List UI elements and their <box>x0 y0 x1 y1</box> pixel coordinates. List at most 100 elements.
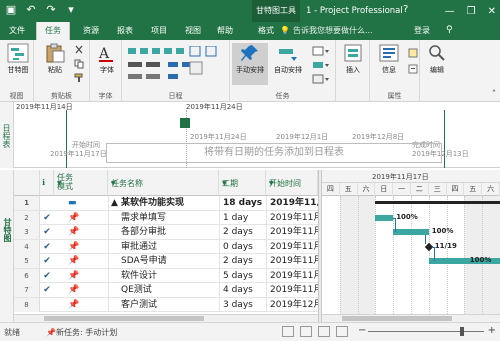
duration-cell[interactable]: 4 days <box>219 283 265 297</box>
manual-schedule-button[interactable]: 手动安排 <box>232 43 268 85</box>
gantt-chart-button[interactable]: 甘特图 <box>1 43 35 85</box>
tab-resource[interactable]: 资源 <box>78 22 104 40</box>
sheet-horizontal-scrollbar[interactable] <box>14 314 318 322</box>
redo-icon[interactable]: ↷ <box>44 3 58 17</box>
zoom-knob[interactable] <box>460 327 464 336</box>
task-bar-2[interactable] <box>375 214 394 221</box>
start-cell[interactable]: 2019年11月1 <box>266 225 318 239</box>
copy-icon[interactable] <box>74 59 84 69</box>
restore-button[interactable]: ❐ <box>467 6 476 17</box>
close-button[interactable]: ✕ <box>488 6 496 17</box>
zoom-in-icon[interactable]: + <box>488 325 496 336</box>
timeline-placeholder-box[interactable]: 将带有日期的任务添加到日程表 <box>106 143 442 163</box>
duration-cell[interactable]: 18 days <box>219 196 265 210</box>
duration-cell[interactable]: 0 days <box>219 239 265 254</box>
table-row[interactable]: 7✔ 📌 QE测试4 days2019年11月2 <box>14 283 318 298</box>
zoom-out-icon[interactable]: − <box>358 325 366 336</box>
tab-format[interactable]: 格式 <box>252 22 280 40</box>
tab-project[interactable]: 项目 <box>146 22 172 40</box>
task-name-cell[interactable]: 客户测试 <box>108 297 218 312</box>
cut-icon[interactable] <box>74 45 84 55</box>
new-task-mode[interactable]: 📌新任务: 手动计划 <box>46 327 117 338</box>
task-name-cell[interactable]: 各部分审批 <box>108 225 218 239</box>
start-cell[interactable]: 2019年11月1 <box>266 210 318 225</box>
table-row[interactable]: 6✔ 📌 软件设计5 days2019年11月2 <box>14 268 318 283</box>
start-cell[interactable]: 2019年11月1 <box>266 239 318 254</box>
details-icon[interactable] <box>408 64 418 74</box>
chart-horizontal-scrollbar[interactable] <box>322 314 500 322</box>
notes-icon[interactable] <box>408 48 418 58</box>
paste-button[interactable]: 粘贴 <box>38 43 72 85</box>
team-planner-shortcut[interactable] <box>318 326 330 337</box>
duration-cell[interactable]: 1 day <box>219 210 265 225</box>
column-header-start[interactable]: 开始时间 ▼ <box>266 170 318 196</box>
duration-cell[interactable]: 2 days <box>219 225 265 239</box>
collapse-ribbon-icon[interactable]: ˄ <box>492 89 496 98</box>
start-cell[interactable]: 2019年11月2 <box>266 283 318 297</box>
start-cell[interactable]: 2019年11月2 <box>266 268 318 283</box>
task-name-cell[interactable]: 软件设计 <box>108 268 218 283</box>
help-icon[interactable]: ? <box>403 4 408 15</box>
column-header-info[interactable]: ℹ <box>40 170 54 196</box>
dependency-link <box>393 217 397 232</box>
zoom-track[interactable] <box>368 331 484 332</box>
share-icon[interactable]: ⚲ <box>446 25 453 35</box>
table-row[interactable]: 8 📌 客户测试3 days2019年12月1 <box>14 297 318 312</box>
inspect-icon[interactable] <box>312 46 332 56</box>
mode-icon[interactable] <box>312 74 332 84</box>
column-header-duration[interactable]: 工期 ▼ <box>219 170 266 196</box>
table-row[interactable]: 5✔ 📌 SDA号申请2 days2019年11月2 <box>14 254 318 269</box>
start-cell[interactable]: 2019年11月2 <box>266 254 318 268</box>
resource-sheet-shortcut[interactable] <box>336 326 348 337</box>
tab-view[interactable]: 视图 <box>180 22 206 40</box>
tab-report[interactable]: 报表 <box>112 22 138 40</box>
task-usage-shortcut[interactable] <box>300 326 312 337</box>
task-name-cell[interactable]: QE测试 <box>108 283 218 297</box>
timeline-pane[interactable]: 日程表 2019年11月14日 2019年11月24日 2019年11月24日 … <box>0 102 500 168</box>
undo-icon[interactable]: ↶ <box>24 3 38 17</box>
duration-cell[interactable]: 5 days <box>219 268 265 283</box>
customize-qat-icon[interactable]: ▾ <box>64 3 78 17</box>
table-row[interactable]: 1 ▬ ▲ 某软件功能实现18 days2019年11月1 <box>14 196 318 211</box>
tell-me-search[interactable]: 💡 告诉我您想要做什么... <box>280 22 373 40</box>
summary-task-bar[interactable] <box>375 201 500 204</box>
auto-schedule-button[interactable]: 自动安排 <box>270 43 306 85</box>
editing-button[interactable]: 编辑 <box>420 43 454 85</box>
task-bar-3[interactable] <box>393 229 429 235</box>
timescale-day: 五 <box>464 183 483 196</box>
sign-in-link[interactable]: 登录 <box>414 22 430 40</box>
column-header-name[interactable]: 任务名称 ▼ <box>108 170 219 196</box>
table-row[interactable]: 3✔ 📌 各部分审批2 days2019年11月1 <box>14 225 318 240</box>
gantt-view-shortcut[interactable] <box>282 326 294 337</box>
task-name-cell[interactable]: 需求单填写 <box>108 210 218 225</box>
task-name-cell[interactable]: ▲ 某软件功能实现 <box>108 196 218 210</box>
select-all-corner[interactable] <box>14 170 40 196</box>
start-cell[interactable]: 2019年12月1 <box>266 297 318 312</box>
tab-help[interactable]: 帮助 <box>212 22 238 40</box>
column-header-mode[interactable]: 任务 模式 ▼ <box>54 170 108 196</box>
start-cell[interactable]: 2019年11月1 <box>266 196 318 210</box>
table-row[interactable]: 2✔ 📌 需求单填写1 day2019年11月1 <box>14 210 318 225</box>
task-name-cell[interactable]: 审批通过 <box>108 239 218 254</box>
schedule-tools-icons[interactable] <box>128 46 224 82</box>
timeline-right-bracket[interactable] <box>444 110 445 168</box>
sheet-scroll-thumb[interactable] <box>44 316 204 321</box>
table-row[interactable]: 4✔ 📌 审批通过0 days2019年11月1 <box>14 239 318 254</box>
move-icon[interactable] <box>312 60 332 70</box>
row-number: 7 <box>14 283 40 297</box>
format-painter-icon[interactable] <box>74 73 84 83</box>
gantt-chart[interactable]: 2019年11月17日 四五六日一二三四五六 100% 100% 11/19 100% <box>322 170 500 314</box>
tab-task[interactable]: 任务 <box>36 22 70 40</box>
minimize-button[interactable]: — <box>445 6 455 17</box>
zoom-slider[interactable]: − + <box>356 325 496 338</box>
duration-cell[interactable]: 3 days <box>219 297 265 312</box>
timeline-left-bracket[interactable] <box>66 110 67 168</box>
information-button[interactable]: 信息 <box>372 43 406 85</box>
tab-file[interactable]: 文件 <box>4 22 30 40</box>
save-icon[interactable]: ▣ <box>4 3 18 17</box>
chart-scroll-thumb[interactable] <box>342 316 452 321</box>
insert-button[interactable]: 插入 <box>336 43 370 85</box>
duration-cell[interactable]: 2 days <box>219 254 265 268</box>
font-button[interactable]: A 字体 <box>90 43 124 85</box>
task-name-cell[interactable]: SDA号申请 <box>108 254 218 268</box>
